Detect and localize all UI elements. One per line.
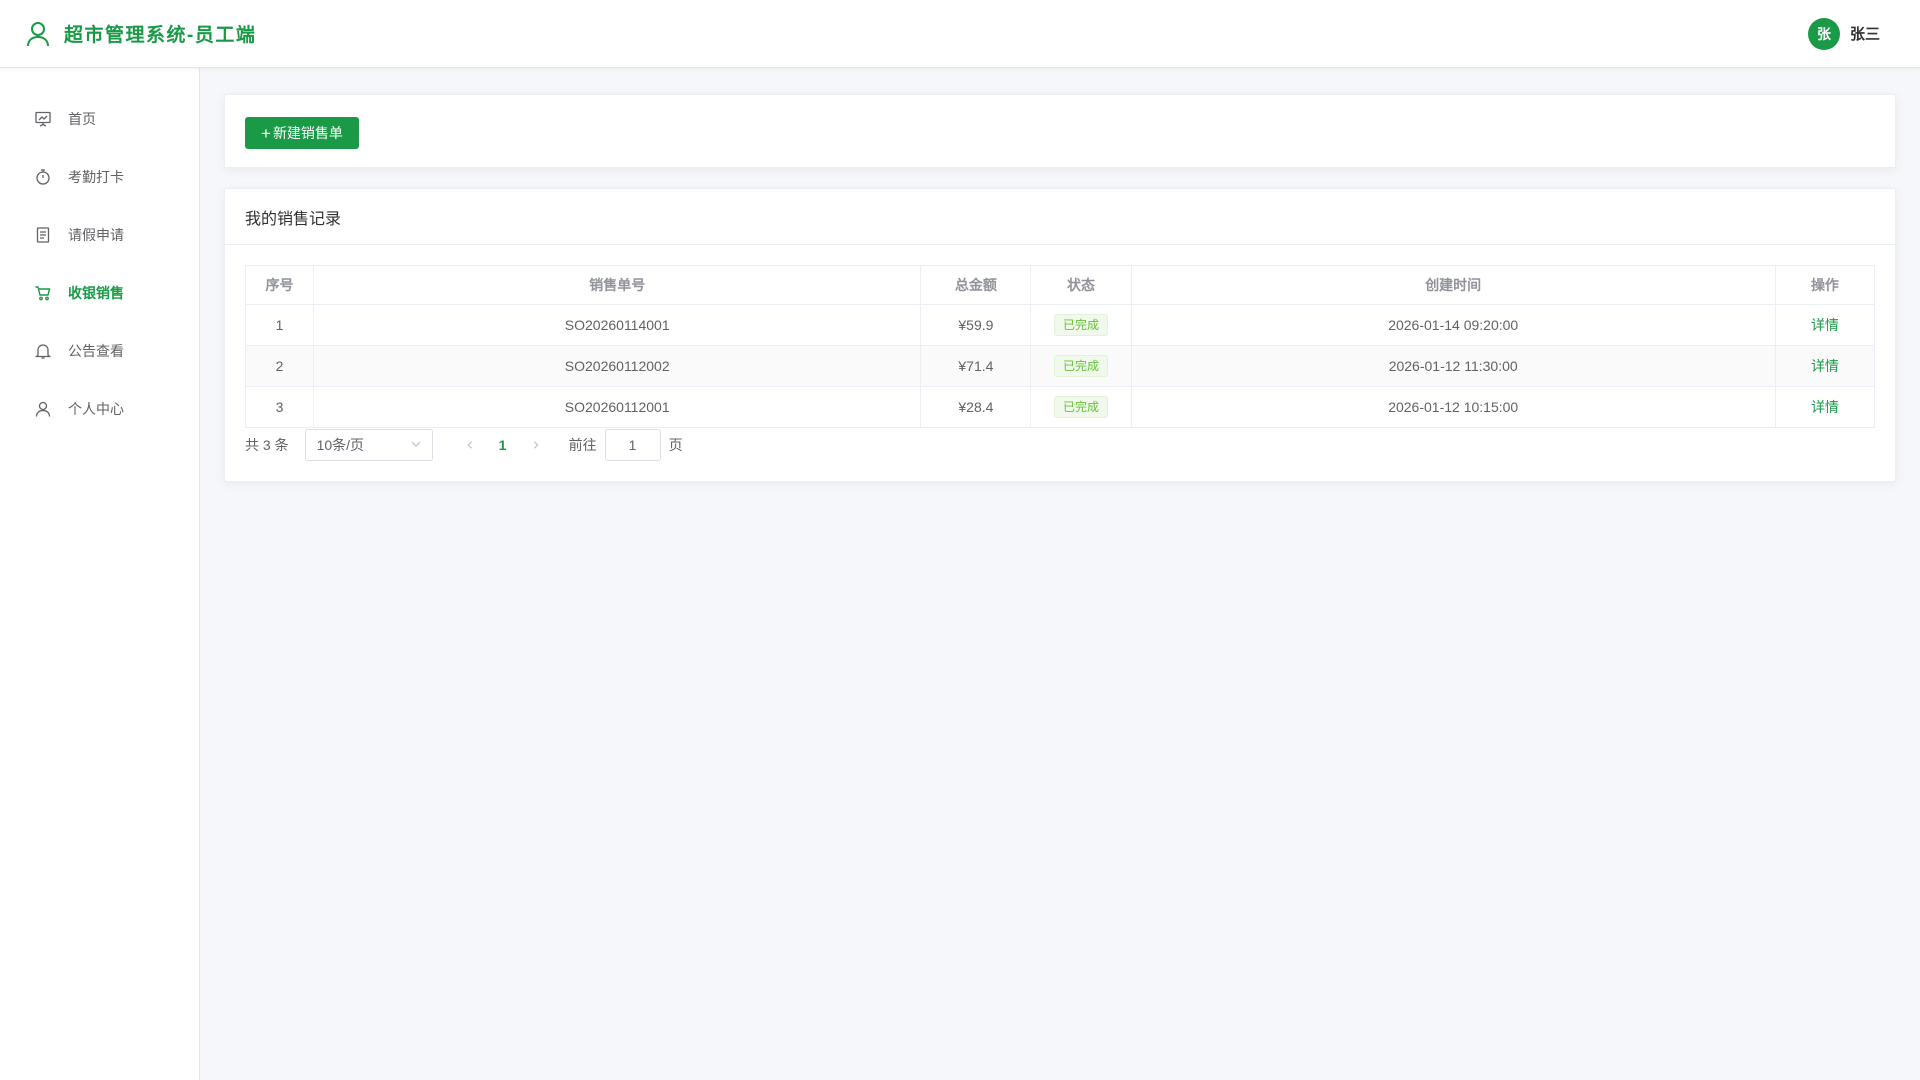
cell-status: 已完成 xyxy=(1030,386,1132,428)
prev-page-button[interactable] xyxy=(457,440,483,450)
cell-action: 详情 xyxy=(1774,304,1876,346)
plus-icon: + xyxy=(261,123,271,143)
goto-label: 前往 xyxy=(568,437,597,453)
status-badge: 已完成 xyxy=(1053,396,1108,418)
top-header: 超市管理系统-员工端 张 张三 xyxy=(0,0,1920,68)
brand: 超市管理系统-员工端 xyxy=(26,20,256,48)
column-header: 销售单号 xyxy=(313,265,922,305)
page-number-current[interactable]: 1 xyxy=(483,437,523,453)
user-icon xyxy=(34,400,52,418)
sidebar-item-leave[interactable]: 请假申请 xyxy=(0,206,199,264)
page-jumper: 前往 页 xyxy=(569,429,683,461)
bell-icon xyxy=(34,342,52,360)
user-menu[interactable]: 张 张三 xyxy=(1807,17,1880,50)
page-size-select[interactable]: 10条/页 xyxy=(304,429,433,461)
sidebar-item-notices[interactable]: 公告查看 xyxy=(0,322,199,380)
toolbar-card: + 新建销售单 xyxy=(224,94,1896,168)
cell-status: 已完成 xyxy=(1030,345,1132,387)
cell-amount: ¥59.9 xyxy=(920,304,1032,346)
shopping-cart-icon xyxy=(34,284,52,302)
cell-order-no: SO20260114001 xyxy=(313,304,922,346)
dashboard-board-icon xyxy=(34,110,52,128)
cell-action: 详情 xyxy=(1774,345,1876,387)
cell-amount: ¥71.4 xyxy=(920,345,1032,387)
sidebar-item-label: 个人中心 xyxy=(68,401,124,417)
cell-order-no: SO20260112001 xyxy=(313,386,922,428)
status-badge: 已完成 xyxy=(1053,355,1108,377)
stopwatch-icon xyxy=(34,168,52,186)
table-row: 3 SO20260112001 ¥28.4 已完成 2026-01-12 10:… xyxy=(244,386,1876,428)
sidebar-item-label: 公告查看 xyxy=(68,343,124,359)
sales-records-card: 我的销售记录 序号 销售单号 总金额 状态 创建时间 操作 1 SO202601… xyxy=(224,188,1896,482)
new-sale-label: 新建销售单 xyxy=(272,125,343,141)
cell-amount: ¥28.4 xyxy=(920,386,1032,428)
table-row: 2 SO20260112002 ¥71.4 已完成 2026-01-12 11:… xyxy=(244,345,1876,387)
cell-status: 已完成 xyxy=(1030,304,1132,346)
next-page-button[interactable] xyxy=(523,440,549,450)
sidebar-item-attendance[interactable]: 考勤打卡 xyxy=(0,148,199,206)
new-sale-button[interactable]: + 新建销售单 xyxy=(245,117,359,149)
sales-table: 序号 销售单号 总金额 状态 创建时间 操作 1 SO20260114001 ¥… xyxy=(244,265,1876,428)
page-suffix: 页 xyxy=(668,437,683,453)
chevron-left-icon xyxy=(467,441,472,449)
document-icon xyxy=(34,226,52,244)
sidebar-item-home[interactable]: 首页 xyxy=(0,90,199,148)
column-header: 创建时间 xyxy=(1130,265,1776,305)
status-badge: 已完成 xyxy=(1053,314,1108,336)
column-header: 序号 xyxy=(244,265,315,305)
column-header: 状态 xyxy=(1030,265,1132,305)
cell-created: 2026-01-12 11:30:00 xyxy=(1130,345,1776,387)
sidebar-item-label: 收银销售 xyxy=(68,285,124,301)
sidebar-item-label: 请假申请 xyxy=(68,227,124,243)
details-link[interactable]: 详情 xyxy=(1811,399,1839,415)
pagination-total: 共 3 条 xyxy=(245,437,289,453)
chevron-down-icon xyxy=(410,437,422,453)
records-body: 序号 销售单号 总金额 状态 创建时间 操作 1 SO20260114001 ¥… xyxy=(225,245,1895,462)
details-link[interactable]: 详情 xyxy=(1811,358,1839,374)
column-header: 总金额 xyxy=(920,265,1032,305)
cell-created: 2026-01-12 10:15:00 xyxy=(1130,386,1776,428)
chevron-right-icon xyxy=(533,441,539,449)
avatar[interactable]: 张 xyxy=(1807,17,1840,50)
page-size-value: 10条/页 xyxy=(316,437,365,453)
column-header: 操作 xyxy=(1774,265,1876,305)
main-content: + 新建销售单 我的销售记录 序号 销售单号 总金额 状态 创建时间 操作 1 … xyxy=(224,94,1896,482)
table-header-row: 序号 销售单号 总金额 状态 创建时间 操作 xyxy=(244,265,1876,305)
goto-page-input[interactable] xyxy=(604,429,661,461)
app-title: 超市管理系统-员工端 xyxy=(64,25,257,46)
cell-index: 2 xyxy=(244,345,315,387)
sidebar-item-cashier[interactable]: 收银销售 xyxy=(0,264,199,322)
cell-order-no: SO20260112002 xyxy=(313,345,922,387)
username[interactable]: 张三 xyxy=(1850,23,1880,44)
cell-action: 详情 xyxy=(1774,386,1876,428)
sidebar-item-label: 首页 xyxy=(68,111,96,127)
cell-created: 2026-01-14 09:20:00 xyxy=(1130,304,1776,346)
card-title: 我的销售记录 xyxy=(225,189,1895,245)
cell-index: 3 xyxy=(244,386,315,428)
details-link[interactable]: 详情 xyxy=(1811,317,1839,333)
sidebar: 首页 考勤打卡 请假申请 收银销售 公告查看 个人中心 xyxy=(0,68,200,1080)
cell-index: 1 xyxy=(244,304,315,346)
user-outline-icon xyxy=(26,20,50,48)
sidebar-item-profile[interactable]: 个人中心 xyxy=(0,380,199,438)
sidebar-item-label: 考勤打卡 xyxy=(68,169,124,185)
table-row: 1 SO20260114001 ¥59.9 已完成 2026-01-14 09:… xyxy=(244,304,1876,346)
pagination: 共 3 条 10条/页 1 前往 页 xyxy=(245,428,1875,462)
